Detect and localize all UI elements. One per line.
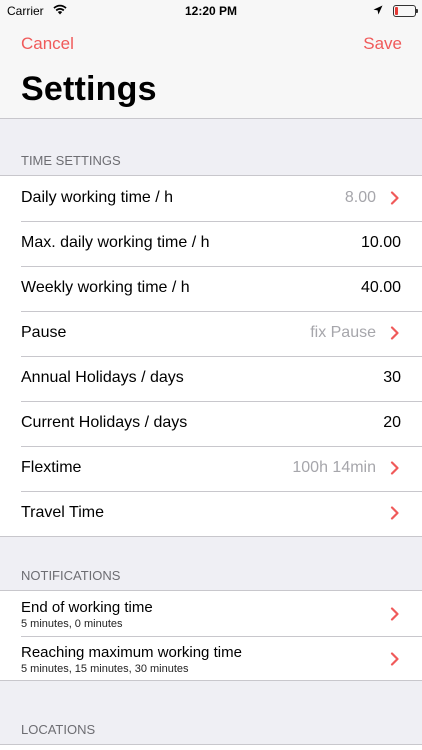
row-label: Current Holidays / days	[21, 414, 188, 431]
row-label: Annual Holidays / days	[21, 369, 184, 386]
row-value: 10.00	[360, 234, 401, 251]
row-label: Daily working time / h	[21, 189, 174, 206]
section-header-notifications: NOTIFICATIONS	[21, 568, 121, 583]
row-daily-working-time[interactable]: Daily working time / h 8.00	[0, 176, 422, 221]
row-label: Max. daily working time / h	[21, 234, 210, 251]
chevron-right-icon	[390, 326, 399, 340]
row-end-of-working-time[interactable]: End of working time 5 minutes, 0 minutes	[0, 591, 422, 636]
page-title: Settings	[21, 70, 157, 108]
chevron-right-icon	[390, 191, 399, 205]
navigation-bar: Cancel Save Settings	[0, 22, 422, 119]
battery-level	[395, 7, 398, 15]
row-detail: 5 minutes, 0 minutes	[21, 618, 123, 630]
row-pause[interactable]: Pause fix Pause	[0, 311, 422, 356]
row-label: Reaching maximum working time	[21, 643, 242, 661]
status-time: 12:20 PM	[184, 4, 238, 18]
location-arrow-icon	[373, 5, 383, 15]
chevron-right-icon	[390, 651, 399, 666]
save-button[interactable]: Save	[363, 34, 402, 54]
chevron-right-icon	[390, 607, 399, 621]
row-detail: 5 minutes, 15 minutes, 30 minutes	[21, 662, 189, 675]
chevron-right-icon	[390, 461, 399, 475]
locations-group	[0, 744, 422, 750]
row-current-holidays[interactable]: Current Holidays / days 20	[0, 401, 422, 446]
row-label: Travel Time	[21, 504, 104, 521]
time-settings-group: Daily working time / h 8.00 Max. daily w…	[0, 175, 422, 537]
row-value: 100h 14min	[292, 459, 376, 476]
section-header-time-settings: TIME SETTINGS	[21, 153, 121, 168]
section-header-locations: LOCATIONS	[21, 722, 96, 737]
row-reaching-max-working-time[interactable]: Reaching maximum working time 5 minutes,…	[0, 635, 422, 681]
notifications-group: End of working time 5 minutes, 0 minutes…	[0, 590, 422, 681]
row-value: 20	[383, 414, 401, 431]
status-bar: Carrier 12:20 PM	[0, 0, 422, 22]
battery-icon	[393, 5, 418, 17]
row-value: 40.00	[360, 279, 401, 296]
row-value: fix Pause	[310, 324, 376, 341]
row-label: Flextime	[21, 459, 82, 476]
cancel-button[interactable]: Cancel	[21, 34, 74, 54]
row-annual-holidays[interactable]: Annual Holidays / days 30	[0, 356, 422, 401]
row-travel-time[interactable]: Travel Time	[0, 491, 422, 536]
row-weekly-working-time[interactable]: Weekly working time / h 40.00	[0, 266, 422, 311]
row-max-daily-working-time[interactable]: Max. daily working time / h 10.00	[0, 221, 422, 266]
row-label: End of working time	[21, 599, 153, 616]
row-label: Weekly working time / h	[21, 279, 190, 296]
row-flextime[interactable]: Flextime 100h 14min	[0, 446, 422, 491]
row-value: 30	[383, 369, 401, 386]
chevron-right-icon	[390, 506, 399, 520]
row-label: Pause	[21, 324, 67, 341]
row-value: 8.00	[344, 189, 376, 206]
